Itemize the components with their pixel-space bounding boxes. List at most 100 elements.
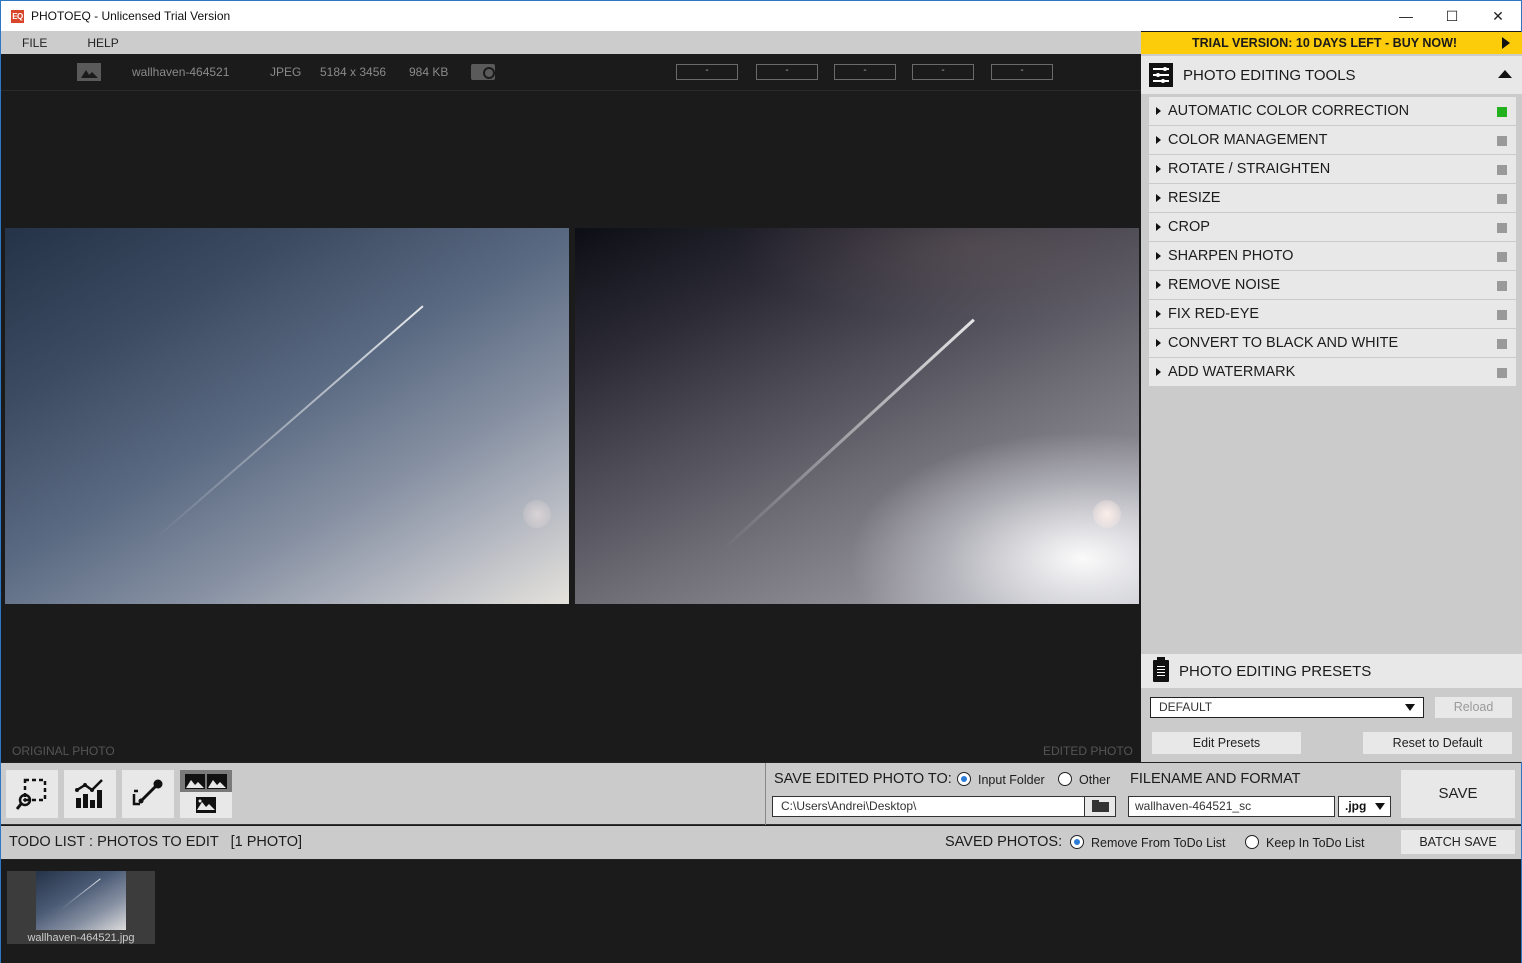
input-folder-label[interactable]: Input Folder [978,773,1045,787]
expand-caret-icon [1156,136,1161,144]
menu-file[interactable]: FILE [22,36,47,50]
presets-panel-title: PHOTO EDITING PRESETS [1179,662,1372,680]
tool-crop[interactable]: CROP [1149,213,1516,242]
eyedropper-icon [132,779,163,806]
app-window: EQ PHOTOEQ - Unlicensed Trial Version — … [0,0,1522,963]
tool-status-indicator [1497,281,1507,291]
tool-automatic-color-correction[interactable]: AUTOMATIC COLOR CORRECTION [1149,97,1516,126]
contrail [722,318,975,551]
tool-status-indicator [1497,107,1507,117]
expand-caret-icon [1156,252,1161,260]
tool-label: ROTATE / STRAIGHTEN [1168,161,1331,177]
tool-status-indicator [1497,223,1507,233]
remove-from-todo-label[interactable]: Remove From ToDo List [1091,836,1226,850]
menu-help[interactable]: HELP [87,36,118,50]
compare-view-icon [180,770,232,813]
tool-sharpen-photo[interactable]: SHARPEN PHOTO [1149,242,1516,271]
folder-path-input[interactable]: C:\Users\Andrei\Desktop\ [772,796,1085,817]
readout-box: - [756,64,818,80]
batch-save-button[interactable]: BATCH SAVE [1401,830,1515,854]
tool-status-indicator [1497,339,1507,349]
keep-in-todo-radio[interactable] [1245,835,1259,849]
zoom-selection-button[interactable] [6,770,58,818]
reset-to-default-button[interactable]: Reset to Default [1363,732,1512,754]
preset-dropdown[interactable]: DEFAULT [1150,697,1424,718]
keep-in-todo-label[interactable]: Keep In ToDo List [1266,836,1364,850]
reload-button[interactable]: Reload [1435,697,1512,718]
expand-caret-icon [1156,194,1161,202]
photo-filename: wallhaven-464521 [132,65,230,79]
window-title: PHOTOEQ - Unlicensed Trial Version [31,9,231,23]
histogram-icon [75,779,103,808]
save-button[interactable]: SAVE [1401,770,1515,818]
todo-thumbnail-strip: wallhaven-464521.jpg [1,861,1521,963]
photo-info-bar: wallhaven-464521 JPEG 5184 x 3456 984 KB… [1,54,1141,91]
format-dropdown[interactable]: .jpg [1338,796,1391,817]
photo-viewer: ORIGINAL PHOTO EDITED PHOTO [1,91,1141,762]
expand-caret-icon [1156,107,1161,115]
bottom-toolbar: SAVE EDITED PHOTO TO: Input Folder Other… [1,762,1521,825]
format-selected-value: .jpg [1345,799,1367,813]
photo-dimensions: 5184 x 3456 [320,65,387,79]
tool-color-management[interactable]: COLOR MANAGEMENT [1149,126,1516,155]
compare-view-button[interactable] [180,770,232,818]
contrail [154,305,424,540]
readout-box: - [991,64,1053,80]
tools-panel-header[interactable]: PHOTO EDITING TOOLS [1141,56,1522,94]
browse-folder-button[interactable] [1084,796,1116,817]
minimize-button[interactable]: — [1383,1,1429,31]
tool-label: ADD WATERMARK [1168,364,1296,380]
histogram-button[interactable] [64,770,116,818]
sliders-icon [1149,63,1173,87]
expand-caret-icon [1156,281,1161,289]
other-folder-radio[interactable] [1058,772,1072,786]
sun-flare [523,500,551,528]
remove-from-todo-radio[interactable] [1070,835,1084,849]
other-folder-label[interactable]: Other [1079,773,1110,787]
right-panel: PHOTO EDITING TOOLS AUTOMATIC COLOR CORR… [1141,54,1522,762]
app-logo-icon: EQ [11,9,24,23]
tool-fix-red-eye[interactable]: FIX RED-EYE [1149,300,1516,329]
tool-resize[interactable]: RESIZE [1149,184,1516,213]
tool-label: COLOR MANAGEMENT [1168,132,1328,148]
tool-convert-black-white[interactable]: CONVERT TO BLACK AND WHITE [1149,329,1516,358]
collapse-arrow-icon[interactable] [1498,70,1512,78]
tool-status-indicator [1497,194,1507,204]
expand-caret-icon [1156,339,1161,347]
maximize-button[interactable]: ☐ [1429,1,1475,31]
color-picker-button[interactable] [122,770,174,818]
photo-format: JPEG [270,65,302,79]
save-to-label: SAVE EDITED PHOTO TO: [774,771,952,787]
zoom-selection-icon [15,778,47,810]
tool-label: CONVERT TO BLACK AND WHITE [1168,335,1399,351]
tool-rotate-straighten[interactable]: ROTATE / STRAIGHTEN [1149,155,1516,184]
tool-label: REMOVE NOISE [1168,277,1280,293]
trial-banner[interactable]: TRIAL VERSION: 10 DAYS LEFT - BUY NOW! [1141,32,1522,54]
expand-caret-icon [1156,368,1161,376]
tool-add-watermark[interactable]: ADD WATERMARK [1149,358,1516,387]
filename-input[interactable]: wallhaven-464521_sc [1128,796,1335,817]
divider [765,763,766,825]
photo-filesize: 984 KB [409,65,449,79]
edit-presets-button[interactable]: Edit Presets [1152,732,1301,754]
presets-panel-header: PHOTO EDITING PRESETS [1141,654,1522,688]
saved-photos-label: SAVED PHOTOS: [945,834,1063,850]
title-bar: EQ PHOTOEQ - Unlicensed Trial Version — … [1,1,1521,31]
window-controls: — ☐ ✕ [1383,1,1521,31]
original-photo[interactable] [5,228,569,604]
play-arrow-icon [1502,37,1510,49]
filename-format-label: FILENAME AND FORMAT [1130,771,1301,787]
edited-photo[interactable] [575,228,1139,604]
camera-icon[interactable] [471,64,495,80]
tool-status-indicator [1497,165,1507,175]
tool-remove-noise[interactable]: REMOVE NOISE [1149,271,1516,300]
close-button[interactable]: ✕ [1475,1,1521,31]
image-icon [77,63,101,81]
readout-box: - [834,64,896,80]
tool-label: SHARPEN PHOTO [1168,248,1294,264]
thumbnail-item[interactable]: wallhaven-464521.jpg [7,871,155,944]
input-folder-radio[interactable] [957,772,971,786]
dropdown-arrow-icon [1405,704,1415,711]
expand-caret-icon [1156,165,1161,173]
preset-selected-value: DEFAULT [1159,700,1213,714]
